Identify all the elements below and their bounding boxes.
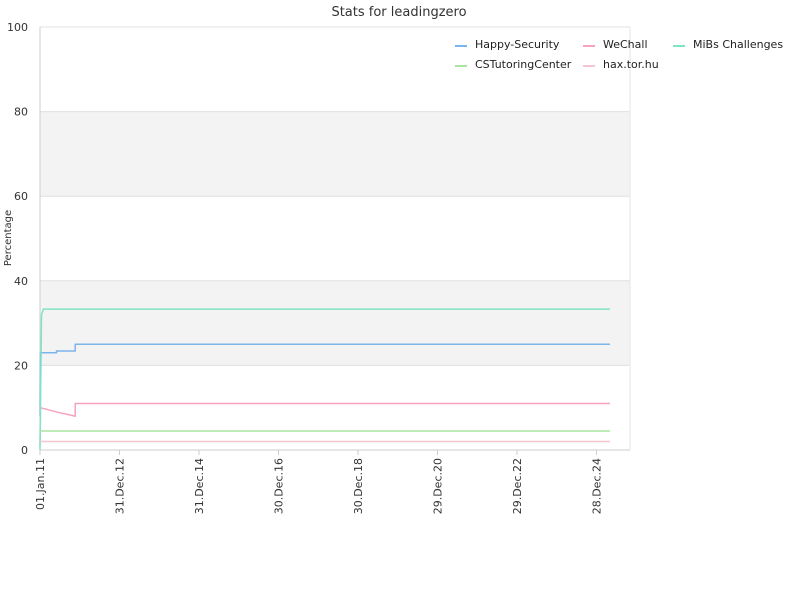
plot-band	[40, 280, 630, 366]
legend: Happy-Security WeChall MiBs Challenges CSTu…	[455, 38, 783, 71]
plot-band	[40, 111, 630, 197]
chart: 0 20 40 60 80 100 01.Jan.11 31.Dec.12 31.Dec.14…	[3, 5, 783, 514]
chart-title: Stats for leadingzero	[331, 5, 466, 20]
legend-label: Happy-Security	[475, 38, 560, 51]
x-tick-label: 30.Dec.18	[352, 458, 365, 514]
plot-bands	[40, 111, 630, 366]
y-tick-label: 20	[14, 359, 28, 372]
x-tick-label: 31.Dec.14	[193, 458, 206, 514]
series-line	[39, 402, 610, 446]
y-tick-label: 40	[14, 275, 28, 288]
x-tick-label: 01.Jan.11	[34, 458, 47, 510]
y-tick-label: 0	[21, 444, 28, 457]
legend-label: CSTutoringCenter	[475, 58, 572, 71]
y-tick-label: 100	[7, 21, 28, 34]
legend-item[interactable]: MiBs Challenges	[673, 38, 783, 51]
y-tick-label: 80	[14, 106, 28, 119]
legend-item[interactable]: Happy-Security	[455, 38, 560, 51]
legend-item[interactable]: WeChall	[583, 38, 648, 51]
x-tick-label: 28.Dec.24	[590, 458, 603, 514]
legend-item[interactable]: CSTutoringCenter	[455, 58, 572, 71]
legend-label: MiBs Challenges	[693, 38, 783, 51]
x-tick-label: 29.Dec.22	[511, 458, 524, 514]
x-tick-label: 30.Dec.16	[272, 458, 285, 514]
x-tick-labels: 01.Jan.11 31.Dec.12 31.Dec.14 30.Dec.16 30.D…	[34, 450, 603, 514]
grid-lines	[40, 26, 630, 451]
legend-item[interactable]: hax.tor.hu	[583, 58, 659, 71]
legend-label: hax.tor.hu	[603, 58, 659, 71]
axes	[39, 27, 631, 451]
y-tick-label: 60	[14, 190, 28, 203]
x-tick-label: 29.Dec.20	[431, 458, 444, 514]
legend-label: WeChall	[603, 38, 648, 51]
y-axis-label: Percentage	[3, 210, 14, 266]
x-tick-label: 31.Dec.12	[113, 458, 126, 514]
